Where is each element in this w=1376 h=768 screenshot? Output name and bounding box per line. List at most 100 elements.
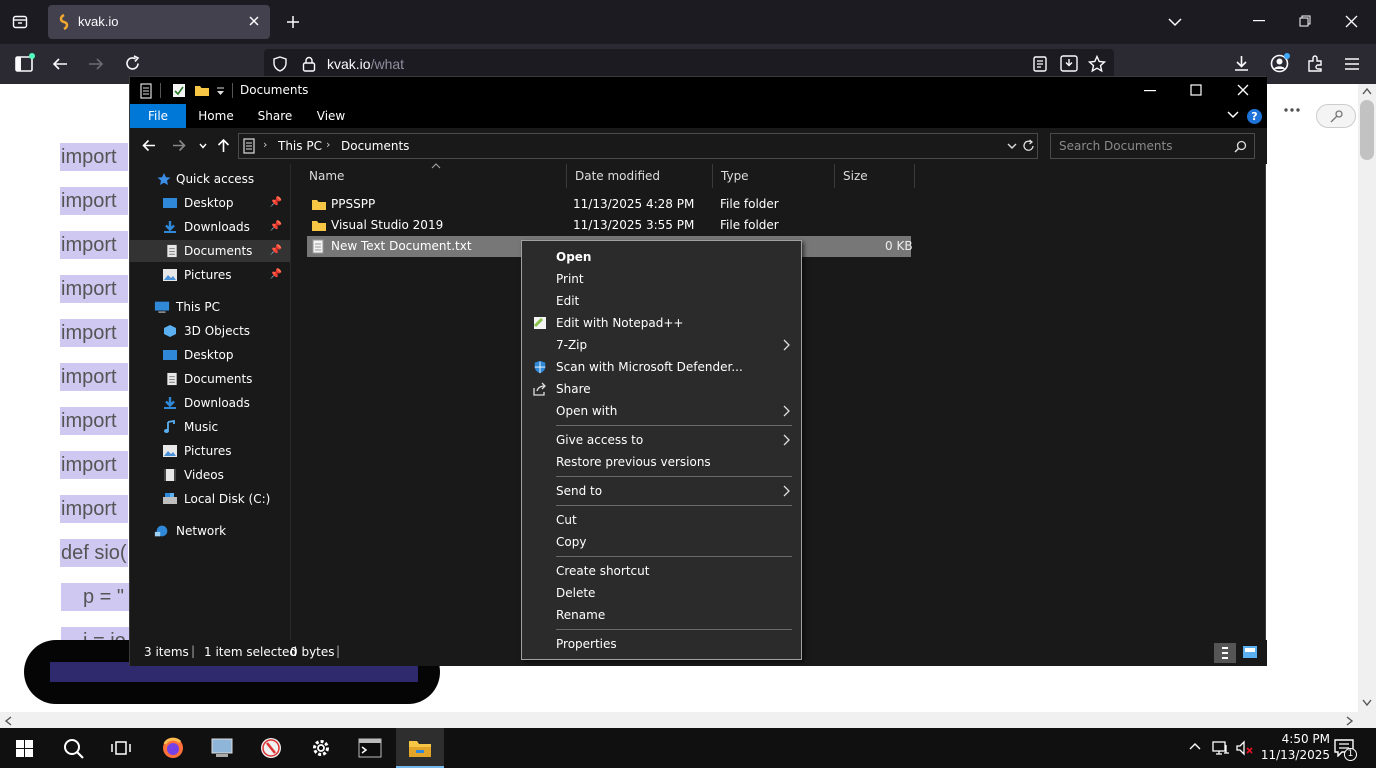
nav-quick-downloads[interactable]: Downloads 📌 [130, 216, 290, 238]
close-tab-icon[interactable] [248, 15, 260, 27]
back-icon[interactable] [52, 56, 68, 72]
task-view-button[interactable] [97, 728, 145, 768]
menu-item-send-to[interactable]: Send to [522, 480, 801, 502]
pin-icon[interactable]: 📌 [270, 216, 282, 238]
account-icon[interactable] [1270, 53, 1290, 73]
search-documents-input[interactable]: Search Documents [1050, 133, 1255, 159]
taskbar-control-panel[interactable] [198, 728, 246, 768]
nav-3d-objects[interactable]: 3D Objects [130, 320, 290, 342]
explorer-back-icon[interactable] [142, 139, 156, 152]
nav-quick-pictures[interactable]: Pictures 📌 [130, 264, 290, 286]
taskbar-app-compass[interactable] [247, 728, 295, 768]
menu-item-give-access[interactable]: Give access to [522, 429, 801, 451]
menu-item-scan-defender[interactable]: Scan with Microsoft Defender... [522, 356, 801, 378]
network-status-icon[interactable] [1212, 740, 1230, 756]
menu-item-open[interactable]: Open [522, 246, 801, 268]
minimize-browser-icon[interactable] [1253, 20, 1265, 22]
nav-pc-downloads[interactable]: Downloads [130, 392, 290, 414]
nav-quick-access[interactable]: Quick access [154, 168, 290, 190]
properties-quick-icon[interactable] [172, 83, 186, 98]
nav-pc-desktop[interactable]: Desktop [130, 344, 290, 366]
scroll-down-arrow-icon[interactable] [1362, 699, 1372, 707]
system-clock[interactable]: 4:50 PM 11/13/2025 [1261, 731, 1330, 763]
explorer-close-icon[interactable] [1237, 84, 1249, 96]
menu-item-copy[interactable]: Copy [522, 531, 801, 553]
downloads-icon[interactable] [1233, 55, 1250, 72]
explorer-window-icon[interactable] [140, 83, 152, 99]
breadcrumb-documents[interactable]: Documents [341, 139, 409, 153]
scroll-up-arrow-icon[interactable] [1362, 87, 1372, 95]
explorer-minimize-icon[interactable] [1144, 90, 1156, 92]
start-button[interactable] [0, 728, 48, 768]
menu-item-restore-versions[interactable]: Restore previous versions [522, 451, 801, 473]
restore-browser-icon[interactable] [1299, 15, 1311, 27]
nav-pc-music[interactable]: Music [130, 416, 290, 438]
scroll-right-arrow-icon[interactable] [1346, 716, 1354, 726]
page-key-button[interactable] [1316, 104, 1356, 128]
taskbar-terminal[interactable] [346, 728, 394, 768]
show-hidden-icons-icon[interactable] [1189, 742, 1201, 750]
reload-icon[interactable] [124, 55, 141, 72]
sidebar-toggle-icon[interactable] [15, 53, 35, 72]
menu-item-print[interactable]: Print [522, 268, 801, 290]
search-icon[interactable] [1234, 140, 1247, 153]
menu-item-delete[interactable]: Delete [522, 582, 801, 604]
page-vertical-scrollbar[interactable] [1358, 84, 1376, 712]
pin-icon[interactable]: 📌 [270, 192, 282, 214]
bookmark-star-icon[interactable] [1088, 55, 1106, 73]
pin-icon[interactable]: 📌 [270, 264, 282, 286]
nav-pc-videos[interactable]: Videos [130, 464, 290, 486]
pin-icon[interactable]: 📌 [270, 240, 282, 262]
menu-item-edit-with-notepad[interactable]: Edit with Notepad++ [522, 312, 801, 334]
browser-tab[interactable]: kvak.io [48, 5, 270, 39]
menu-item-properties[interactable]: Properties [522, 633, 801, 655]
url-bar[interactable]: kvak.io/what [264, 49, 1114, 79]
page-horizontal-scrollbar[interactable] [0, 712, 1376, 728]
column-header-size[interactable]: Size [835, 164, 915, 188]
explorer-title-bar[interactable]: Documents [130, 77, 1267, 104]
ribbon-tab-share[interactable]: Share [250, 104, 300, 128]
ribbon-tab-file[interactable]: File [130, 104, 186, 128]
taskbar-file-explorer[interactable] [396, 728, 444, 768]
nav-network[interactable]: Network [154, 520, 290, 542]
recent-locations-icon[interactable] [199, 143, 207, 149]
menu-item-open-with[interactable]: Open with [522, 400, 801, 422]
refresh-icon[interactable] [1022, 139, 1035, 153]
table-row[interactable]: PPSSPP 11/13/2025 4:28 PM File folder [307, 194, 911, 215]
nav-pc-documents[interactable]: Documents [130, 368, 290, 390]
list-all-tabs-icon[interactable] [1168, 15, 1182, 29]
table-row[interactable]: Visual Studio 2019 11/13/2025 3:55 PM Fi… [307, 215, 911, 236]
breadcrumb-separator[interactable]: › [263, 138, 267, 151]
up-folder-icon[interactable] [217, 138, 230, 153]
scroll-left-arrow-icon[interactable] [4, 716, 12, 726]
action-center-icon[interactable]: 1 [1334, 739, 1357, 761]
customize-quick-access-icon[interactable] [216, 87, 225, 96]
app-menu-icon[interactable] [1344, 57, 1360, 71]
tab-overview-icon[interactable] [12, 14, 28, 30]
lock-icon[interactable] [302, 56, 316, 72]
extensions-icon[interactable] [1307, 55, 1324, 72]
menu-item-rename[interactable]: Rename [522, 604, 801, 626]
taskbar-firefox[interactable] [149, 728, 197, 768]
tracking-protection-icon[interactable] [272, 56, 288, 72]
address-bar[interactable]: › This PC › Documents [238, 133, 1038, 159]
taskbar-settings[interactable] [297, 728, 345, 768]
column-header-type[interactable]: Type [713, 164, 835, 188]
address-history-icon[interactable] [1007, 143, 1017, 150]
nav-quick-documents[interactable]: Documents 📌 [130, 240, 290, 262]
breadcrumb-separator[interactable]: › [326, 138, 330, 151]
forward-icon[interactable] [88, 56, 104, 72]
page-more-icon[interactable] [1284, 108, 1300, 112]
volume-muted-icon[interactable] [1236, 740, 1254, 756]
nav-this-pc[interactable]: This PC [154, 296, 290, 318]
nav-quick-desktop[interactable]: Desktop 📌 [130, 192, 290, 214]
menu-item-create-shortcut[interactable]: Create shortcut [522, 560, 801, 582]
menu-item-7-zip[interactable]: 7-Zip [522, 334, 801, 356]
explorer-forward-icon[interactable] [172, 139, 186, 152]
large-icons-view-icon[interactable] [1242, 645, 1258, 659]
page-scroll-thumb[interactable] [1360, 100, 1374, 160]
save-to-pocket-icon[interactable] [1060, 55, 1078, 72]
help-icon[interactable]: ? [1247, 109, 1262, 124]
new-tab-icon[interactable] [285, 14, 301, 30]
ribbon-tab-view[interactable]: View [308, 104, 354, 128]
